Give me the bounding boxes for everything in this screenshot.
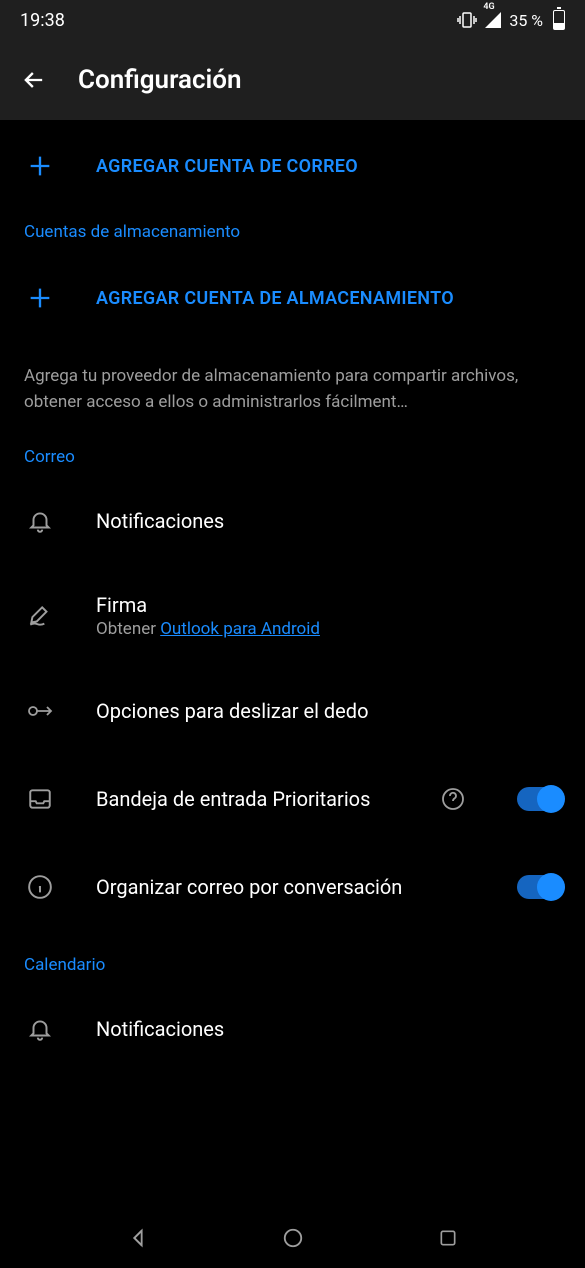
focused-inbox-label: Bandeja de entrada Prioritarios [96, 787, 399, 811]
organize-by-conversation[interactable]: Organizar correo por conversación [0, 843, 585, 931]
info-icon [24, 871, 56, 903]
status-right: 4G 35 % [457, 10, 565, 30]
swipe-icon [24, 695, 56, 727]
plus-icon [24, 150, 56, 182]
mail-notifications[interactable]: Notificaciones [0, 477, 585, 565]
battery-percent: 35 % [509, 11, 543, 30]
calendar-notifications[interactable]: Notificaciones [0, 985, 585, 1073]
add-storage-label: AGREGAR CUENTA DE ALMACENAMIENTO [96, 288, 454, 309]
swipe-options[interactable]: Opciones para deslizar el dedo [0, 667, 585, 755]
bell-icon [24, 1013, 56, 1045]
mail-notifications-label: Notificaciones [96, 509, 561, 533]
signature-sub: Obtener Outlook para Android [96, 619, 561, 639]
page-title: Configuración [78, 65, 242, 95]
pen-icon [24, 600, 56, 632]
app-bar: Configuración [0, 40, 585, 120]
back-button[interactable] [20, 66, 48, 94]
nav-back[interactable] [125, 1225, 151, 1251]
swipe-label: Opciones para deslizar el dedo [96, 699, 561, 723]
help-icon[interactable] [439, 785, 467, 813]
storage-description: Agrega tu proveedor de almacenamiento pa… [0, 344, 585, 437]
content-area: AGREGAR CUENTA DE CORREO Cuentas de alma… [0, 120, 585, 1073]
add-email-account[interactable]: AGREGAR CUENTA DE CORREO [0, 120, 585, 212]
section-calendar: Calendario [0, 931, 585, 985]
bell-icon [24, 505, 56, 537]
status-time: 19:38 [20, 10, 65, 31]
add-storage-account[interactable]: AGREGAR CUENTA DE ALMACENAMIENTO [0, 252, 585, 344]
outlook-link[interactable]: Outlook para Android [160, 619, 320, 639]
focused-inbox[interactable]: Bandeja de entrada Prioritarios [0, 755, 585, 843]
focused-inbox-toggle[interactable] [517, 787, 561, 811]
calendar-notifications-label: Notificaciones [96, 1017, 561, 1041]
vibrate-icon [457, 11, 477, 29]
organize-toggle[interactable] [517, 875, 561, 899]
add-email-label: AGREGAR CUENTA DE CORREO [96, 156, 358, 177]
navigation-bar [0, 1208, 585, 1268]
battery-icon [553, 10, 565, 30]
status-bar: 19:38 4G 35 % [0, 0, 585, 40]
signal-icon: 4G [485, 12, 501, 28]
plus-icon [24, 282, 56, 314]
nav-recent[interactable] [435, 1225, 461, 1251]
signature-label: Firma [96, 593, 561, 617]
section-mail: Correo [0, 437, 585, 477]
signature[interactable]: Firma Obtener Outlook para Android [0, 565, 585, 667]
organize-label: Organizar correo por conversación [96, 875, 477, 899]
inbox-icon [24, 783, 56, 815]
nav-home[interactable] [280, 1225, 306, 1251]
section-storage: Cuentas de almacenamiento [0, 212, 585, 252]
